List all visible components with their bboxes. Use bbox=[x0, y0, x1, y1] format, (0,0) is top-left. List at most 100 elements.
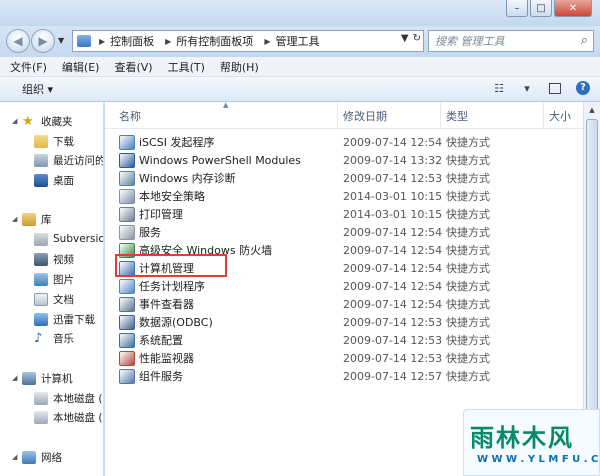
nav-network[interactable]: ◢ 网络 bbox=[12, 448, 62, 466]
breadcrumb-control-panel[interactable]: 控制面板 bbox=[110, 33, 154, 49]
forward-arrow-icon: ▶ bbox=[38, 34, 48, 48]
iscsi-icon bbox=[119, 134, 135, 150]
nav-favorites[interactable]: ◢ ★ 收藏夹 bbox=[12, 112, 73, 130]
nav-disk-c[interactable]: 本地磁盘 (C bbox=[34, 389, 103, 407]
column-divider[interactable] bbox=[337, 102, 338, 129]
nav-xunlei[interactable]: 迅雷下载 bbox=[34, 310, 95, 328]
documents-icon bbox=[34, 292, 48, 306]
nav-music[interactable]: ♪ 音乐 bbox=[34, 329, 74, 347]
maximize-button[interactable]: □ bbox=[530, 0, 552, 17]
table-row[interactable]: 服务2009-07-14 12:54快捷方式2 bbox=[105, 223, 600, 241]
breadcrumb-admin-tools[interactable]: 管理工具 bbox=[275, 33, 319, 49]
table-row[interactable]: Windows PowerShell Modules 2009-07-14 13:… bbox=[105, 151, 600, 169]
view-options-icon[interactable]: ☷ bbox=[490, 80, 508, 96]
column-date[interactable]: 修改日期 bbox=[343, 108, 387, 124]
task-scheduler-icon bbox=[119, 278, 135, 294]
nav-library[interactable]: ◢ 库 bbox=[12, 210, 52, 228]
menu-edit[interactable]: 编辑(E) bbox=[62, 59, 100, 75]
table-row[interactable]: 数据源(ODBC)2009-07-14 12:53快捷方式2 bbox=[105, 313, 600, 331]
file-date: 2009-07-14 13:32 bbox=[343, 153, 443, 167]
videos-icon bbox=[34, 252, 48, 266]
nav-videos[interactable]: 视频 bbox=[34, 250, 74, 268]
menu-bar: 文件(F) 编辑(E) 查看(V) 工具(T) 帮助(H) bbox=[0, 57, 600, 77]
view-dropdown-icon[interactable]: ▾ bbox=[518, 80, 536, 96]
file-name: Windows 内存诊断 bbox=[139, 172, 236, 185]
window-controls: – □ ✕ bbox=[506, 0, 592, 17]
breadcrumb-all-items[interactable]: 所有控制面板项 bbox=[176, 33, 253, 49]
column-type[interactable]: 类型 bbox=[446, 108, 468, 124]
watermark-text: 雨林木风 bbox=[470, 424, 574, 452]
search-icon[interactable]: ⌕ bbox=[581, 33, 588, 48]
forward-button[interactable]: ▶ bbox=[31, 29, 55, 53]
table-row[interactable]: 本地安全策略2014-03-01 10:15快捷方式2 bbox=[105, 187, 600, 205]
file-name: 性能监视器 bbox=[139, 352, 194, 365]
column-divider[interactable] bbox=[440, 102, 441, 129]
file-date: 2009-07-14 12:54 bbox=[343, 225, 443, 239]
column-size[interactable]: 大小 bbox=[549, 108, 571, 124]
nav-recent[interactable]: 最近访问的 bbox=[34, 151, 103, 169]
nav-pictures[interactable]: 图片 bbox=[34, 270, 74, 288]
system-config-icon bbox=[119, 332, 135, 348]
navigation-pane: ◢ ★ 收藏夹 下载 最近访问的 桌面 ◢ 库 Subversion 视频 图片… bbox=[0, 102, 104, 476]
file-type: 快捷方式 bbox=[446, 298, 490, 311]
menu-file[interactable]: 文件(F) bbox=[10, 59, 47, 75]
organize-label: 组织 ▾ bbox=[22, 83, 54, 96]
breadcrumb-separator-icon: ▶ bbox=[99, 36, 106, 46]
file-type: 快捷方式 bbox=[446, 136, 490, 149]
expand-arrow-icon[interactable]: ◢ bbox=[12, 215, 17, 223]
memory-diagnostic-icon bbox=[119, 170, 135, 186]
column-divider[interactable] bbox=[543, 102, 544, 129]
file-type: 快捷方式 bbox=[446, 190, 490, 203]
address-bar[interactable]: ▶ 控制面板 ▶ 所有控制面板项 ▶ 管理工具 ▼ ↻ bbox=[72, 30, 424, 52]
table-row[interactable]: 打印管理2014-03-01 10:15快捷方式2 bbox=[105, 205, 600, 223]
column-header: ▲ 名称 修改日期 类型 大小 bbox=[105, 102, 600, 129]
table-row[interactable]: 系统配置2009-07-14 12:53快捷方式2 bbox=[105, 331, 600, 349]
title-bar: – □ ✕ bbox=[0, 0, 600, 26]
table-row[interactable]: Windows 内存诊断2009-07-14 12:53快捷方式2 bbox=[105, 169, 600, 187]
table-row[interactable]: 事件查看器2009-07-14 12:54快捷方式2 bbox=[105, 295, 600, 313]
close-button[interactable]: ✕ bbox=[554, 0, 592, 17]
column-name[interactable]: 名称 bbox=[119, 108, 141, 124]
back-button[interactable]: ◀ bbox=[6, 29, 30, 53]
menu-view[interactable]: 查看(V) bbox=[114, 59, 152, 75]
file-date: 2009-07-14 12:53 bbox=[343, 333, 443, 347]
file-type: 快捷方式 bbox=[446, 244, 490, 257]
nav-disk-d[interactable]: 本地磁盘 (D bbox=[34, 408, 103, 426]
nav-downloads[interactable]: 下载 bbox=[34, 132, 74, 150]
nav-subversion[interactable]: Subversion bbox=[34, 230, 103, 248]
event-viewer-icon bbox=[119, 296, 135, 312]
control-panel-icon bbox=[77, 35, 91, 47]
table-row[interactable]: 任务计划程序2009-07-14 12:54快捷方式2 bbox=[105, 277, 600, 295]
subversion-folder-icon bbox=[34, 232, 48, 246]
address-dropdown-icon[interactable]: ▼ bbox=[401, 33, 409, 44]
scroll-thumb[interactable] bbox=[586, 119, 598, 419]
file-type: 快捷方式 bbox=[446, 262, 490, 275]
nav-desktop[interactable]: 桌面 bbox=[34, 171, 74, 189]
file-date: 2009-07-14 12:54 bbox=[343, 243, 443, 257]
expand-arrow-icon[interactable]: ◢ bbox=[12, 453, 17, 461]
file-name: 数据源(ODBC) bbox=[139, 316, 213, 329]
organize-button[interactable]: 组织 ▾ bbox=[22, 81, 53, 97]
table-row[interactable]: iSCSI 发起程序2009-07-14 12:54快捷方式2 bbox=[105, 133, 600, 151]
help-icon[interactable]: ? bbox=[574, 80, 592, 96]
table-row[interactable]: 性能监视器2009-07-14 12:53快捷方式2 bbox=[105, 349, 600, 367]
refresh-icon[interactable]: ↻ bbox=[413, 33, 421, 44]
file-name: 本地安全策略 bbox=[139, 190, 205, 203]
preview-pane-icon[interactable] bbox=[546, 80, 564, 96]
nav-computer[interactable]: ◢ 计算机 bbox=[12, 369, 73, 387]
table-row[interactable]: 组件服务2009-07-14 12:57快捷方式2 bbox=[105, 367, 600, 385]
menu-tools[interactable]: 工具(T) bbox=[168, 59, 205, 75]
odbc-icon bbox=[119, 314, 135, 330]
file-type: 快捷方式 bbox=[446, 226, 490, 239]
search-input[interactable]: 搜索 管理工具 ⌕ bbox=[428, 30, 594, 52]
minimize-button[interactable]: – bbox=[506, 0, 528, 17]
file-date: 2009-07-14 12:57 bbox=[343, 369, 443, 383]
file-date: 2009-07-14 12:53 bbox=[343, 171, 443, 185]
search-placeholder: 搜索 管理工具 bbox=[435, 35, 505, 48]
menu-help[interactable]: 帮助(H) bbox=[220, 59, 259, 75]
history-dropdown-icon[interactable]: ▼ bbox=[58, 36, 64, 45]
expand-arrow-icon[interactable]: ◢ bbox=[12, 117, 17, 125]
scroll-up-icon[interactable]: ▲ bbox=[584, 102, 600, 118]
nav-documents[interactable]: 文档 bbox=[34, 290, 74, 308]
expand-arrow-icon[interactable]: ◢ bbox=[12, 374, 17, 382]
